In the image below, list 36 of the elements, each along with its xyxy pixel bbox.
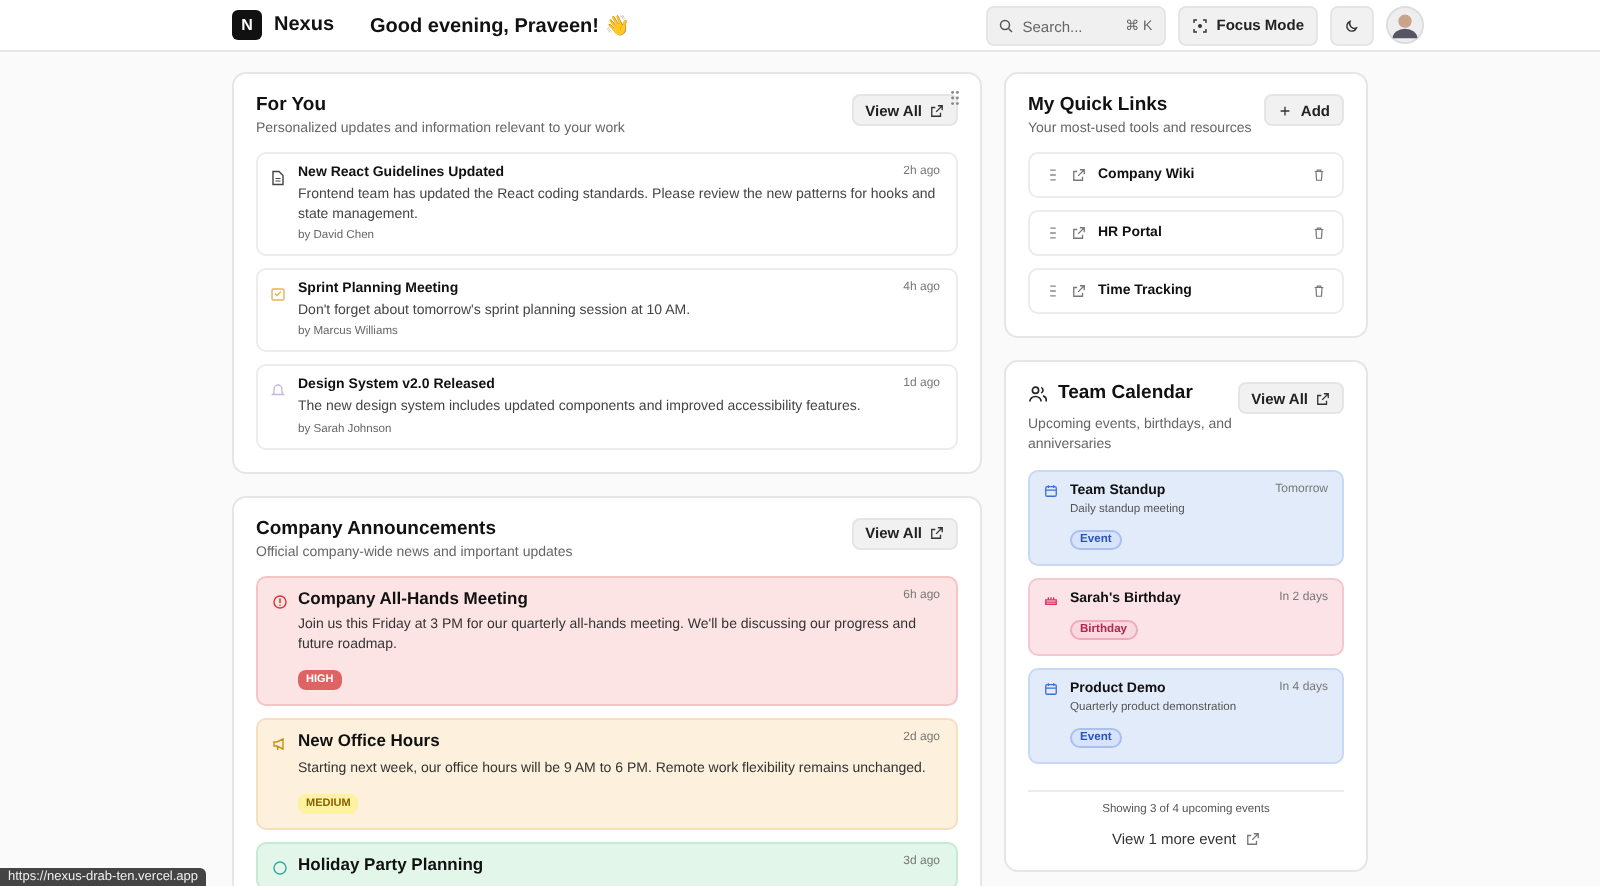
bell-icon (270, 382, 286, 399)
external-link-icon (930, 103, 944, 117)
drag-handle-icon[interactable] (1046, 226, 1060, 240)
trash-icon[interactable] (1312, 168, 1326, 182)
drag-handle-icon[interactable] (1046, 168, 1060, 182)
trash-icon[interactable] (1312, 284, 1326, 298)
external-link-icon (1072, 226, 1086, 240)
megaphone-icon (272, 736, 288, 753)
external-link-icon (1245, 831, 1260, 846)
card-title: My Quick Links (1028, 94, 1170, 116)
people-icon (1028, 383, 1048, 403)
external-link-icon (1316, 391, 1330, 405)
document-icon (270, 170, 286, 186)
external-link-icon (1072, 284, 1086, 298)
external-link-icon (1072, 168, 1086, 182)
card-title: Company Announcements (256, 517, 498, 540)
announcement-title: Holiday Party Planning (298, 855, 484, 875)
announcement-title: Company All-Hands Meeting (298, 589, 528, 608)
brand-name: Nexus (274, 14, 335, 36)
moon-icon (1344, 17, 1360, 33)
drag-handle-icon[interactable] (950, 90, 960, 106)
card-title: For You (256, 94, 329, 116)
card-title: Team Calendar (1058, 382, 1193, 404)
external-link-icon (930, 526, 944, 541)
plus-icon (1278, 103, 1293, 117)
trash-icon[interactable] (1312, 226, 1326, 240)
theme-toggle-button[interactable] (1330, 5, 1374, 45)
announcement-title: New Office Hours (298, 732, 440, 752)
logo-icon: N (232, 10, 262, 40)
alert-icon (272, 593, 288, 610)
cake-icon (1044, 591, 1058, 606)
search-icon (998, 17, 1015, 33)
avatar-icon[interactable] (1386, 6, 1424, 44)
greeting: Good evening, Praveen! 👋 (370, 13, 629, 37)
drag-handle-icon[interactable] (1046, 284, 1060, 298)
focus-icon (1192, 17, 1209, 33)
